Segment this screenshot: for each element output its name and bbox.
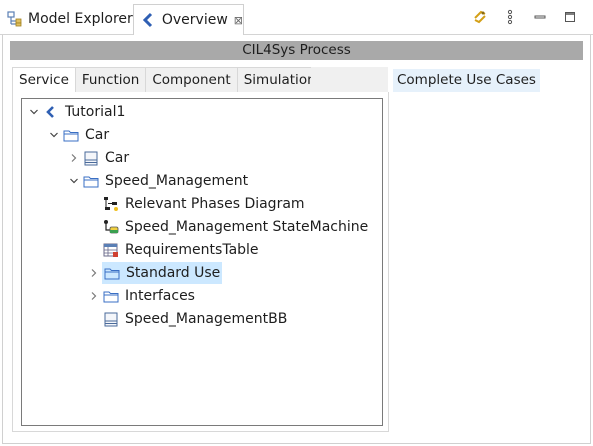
model-tree[interactable]: Tutorial1 Car Car Speed_Management Relev…	[21, 98, 383, 426]
project-icon	[42, 103, 60, 121]
tree-node-label: Car	[105, 150, 130, 166]
block-icon	[82, 149, 100, 167]
selection-highlight: Standard Use	[102, 262, 223, 284]
chevron-down-icon[interactable]	[46, 127, 62, 143]
view-tab-bar: Model Explorer Overview ⊠	[0, 0, 593, 36]
close-icon[interactable]: ⊠	[234, 14, 243, 27]
tree-node-label: Relevant Phases Diagram	[125, 196, 305, 212]
block-icon	[102, 310, 120, 328]
tab-model-explorer-label: Model Explorer	[28, 11, 133, 27]
tree-node-speed-management-bb[interactable]: Speed_ManagementBB	[102, 308, 289, 330]
tree-node-label: Interfaces	[125, 288, 195, 304]
tree-node-speed-management[interactable]: Speed_Management	[66, 170, 250, 192]
folder-icon	[102, 287, 120, 305]
tab-simulation[interactable]: Simulation	[237, 67, 323, 93]
tab-service[interactable]: Service	[12, 67, 76, 93]
tab-strip-filler	[311, 67, 388, 93]
tree-node-requirements-table[interactable]: RequirementsTable	[102, 239, 261, 261]
tree-node-car-folder[interactable]: Car	[46, 124, 111, 146]
tree-node-tutorial1[interactable]: Tutorial1	[26, 101, 127, 123]
minimize-icon[interactable]	[531, 8, 549, 26]
tab-overview[interactable]: Overview ⊠	[133, 4, 244, 35]
tree-node-label: Tutorial1	[65, 104, 126, 120]
tab-model-explorer[interactable]: Model Explorer	[0, 4, 133, 35]
tree-node-statemachine[interactable]: Speed_Management StateMachine	[102, 216, 370, 238]
tree-node-label: RequirementsTable	[125, 242, 259, 258]
tree-node-standard-use[interactable]: Standard Use	[86, 262, 223, 284]
diagram-icon	[102, 195, 120, 213]
tab-overview-label: Overview	[161, 12, 228, 28]
tree-node-label: Car	[85, 127, 110, 143]
folder-icon	[62, 126, 80, 144]
chevron-right-icon[interactable]	[86, 288, 102, 304]
maximize-icon[interactable]	[561, 8, 579, 26]
tree-node-car-block[interactable]: Car	[66, 147, 131, 169]
tree-node-label: Speed_ManagementBB	[125, 311, 288, 327]
service-tab-panel: Tutorial1 Car Car Speed_Management Relev…	[12, 92, 389, 432]
sync-icon[interactable]	[471, 8, 489, 26]
overview-editor: CIL4Sys Process Service Function Compone…	[2, 35, 591, 444]
chevron-down-icon[interactable]	[66, 173, 82, 189]
complete-use-cases-link[interactable]: Complete Use Cases	[393, 69, 540, 92]
tab-component[interactable]: Component	[146, 67, 238, 93]
tree-node-label: Standard Use	[126, 265, 221, 281]
chevron-right-icon[interactable]	[66, 150, 82, 166]
statemachine-icon	[102, 218, 120, 236]
capella-logo-icon	[140, 11, 158, 29]
view-menu-icon[interactable]	[501, 8, 519, 26]
tree-node-label: Speed_Management	[105, 173, 249, 189]
model-explorer-icon	[6, 10, 24, 28]
table-icon	[102, 241, 120, 259]
process-tabs: Service Function Component Simulation	[12, 67, 323, 93]
tree-node-relevant-phases-diagram[interactable]: Relevant Phases Diagram	[102, 193, 307, 215]
chevron-right-icon[interactable]	[86, 265, 102, 281]
tree-node-label: Speed_Management StateMachine	[125, 219, 369, 235]
view-toolbar	[471, 8, 579, 26]
folder-icon	[103, 264, 121, 282]
folder-icon	[82, 172, 100, 190]
tab-function[interactable]: Function	[75, 67, 147, 93]
chevron-down-icon[interactable]	[26, 104, 42, 120]
process-header: CIL4Sys Process	[10, 41, 583, 60]
tree-node-interfaces[interactable]: Interfaces	[86, 285, 197, 307]
